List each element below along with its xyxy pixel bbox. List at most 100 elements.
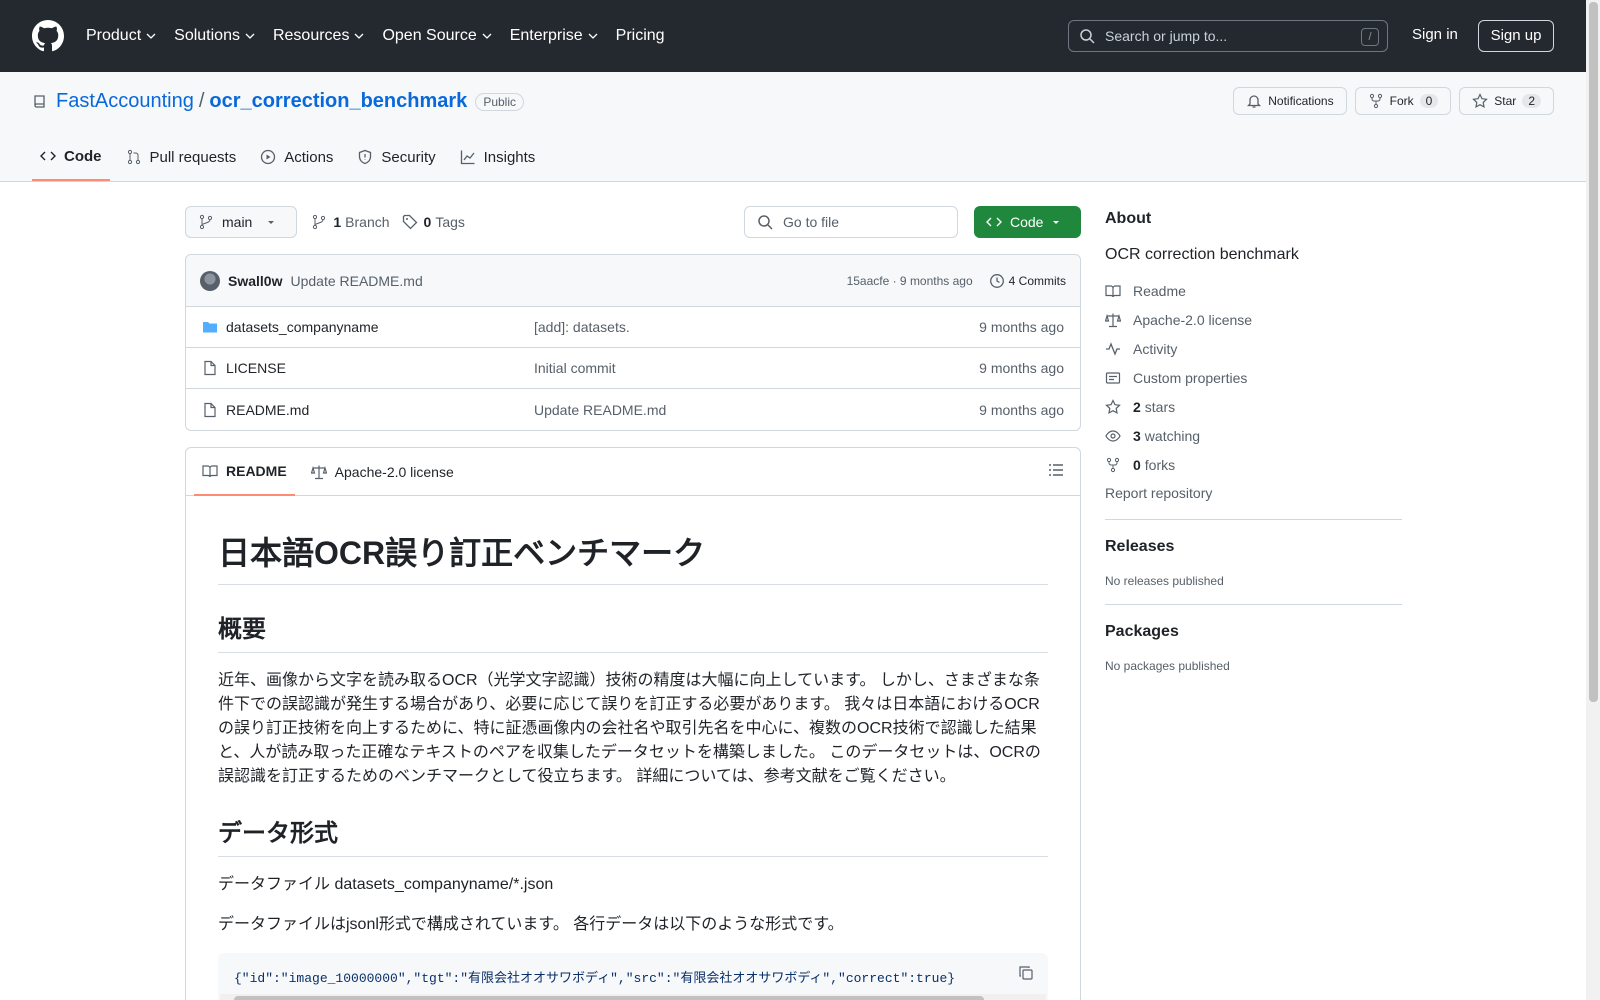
github-logo-icon[interactable] [32, 20, 64, 52]
commit-hash-time[interactable]: 15aacfe · 9 months ago [847, 274, 973, 288]
forks-link[interactable]: 0 forks [1105, 456, 1402, 473]
file-toolbar: main 1 Branch 0 Tags Go to file Code [185, 206, 1081, 238]
file-commit-message[interactable]: Initial commit [534, 360, 616, 376]
branch-select-button[interactable]: main [185, 206, 298, 238]
go-to-file-input[interactable]: Go to file [744, 206, 958, 238]
tab-security[interactable]: Security [349, 133, 443, 181]
repo-icon [34, 94, 45, 108]
stars-link[interactable]: 2 stars [1105, 398, 1402, 415]
commits-count: 4 Commits [1008, 273, 1066, 288]
repo-header: FastAccounting / ocr_correction_benchmar… [0, 72, 1586, 182]
file-link[interactable]: datasets_companyname [202, 319, 534, 335]
nav-product[interactable]: Product [86, 27, 156, 45]
nav-pricing[interactable]: Pricing [616, 27, 665, 45]
repo-name-link[interactable]: ocr_correction_benchmark [209, 90, 467, 113]
nav-label: Pricing [615, 27, 665, 44]
chevron-down-icon [354, 33, 364, 39]
caret-down-icon [268, 221, 275, 224]
nav-enterprise[interactable]: Enterprise [510, 27, 598, 45]
code-dropdown-button[interactable]: Code [974, 206, 1081, 238]
notifications-button[interactable]: Notifications [1233, 87, 1347, 115]
forks-label: forks [1144, 456, 1176, 473]
eye-icon [1105, 429, 1121, 442]
pull-request-icon [127, 149, 140, 165]
about-heading: About [1105, 210, 1152, 227]
tab-code[interactable]: Code [32, 133, 110, 181]
bell-icon [1247, 95, 1262, 108]
file-link[interactable]: README.md [202, 402, 534, 418]
custom-properties-link[interactable]: Custom properties [1105, 369, 1402, 386]
nav-resources[interactable]: Resources [273, 27, 364, 45]
report-repository-link[interactable]: Report repository [1105, 485, 1402, 501]
repo-owner-link[interactable]: FastAccounting [56, 90, 194, 113]
file-commit-message[interactable]: Update README.md [534, 402, 666, 418]
sign-up-button[interactable]: Sign up [1478, 20, 1554, 52]
fork-label: Fork [1389, 94, 1414, 108]
fork-count: 0 [1419, 94, 1439, 108]
page-vertical-scrollbar[interactable] [1586, 0, 1600, 1000]
sign-in-link[interactable]: Sign in [1412, 26, 1458, 43]
repo-separator: / [198, 90, 205, 112]
branch-count: 1 [333, 214, 342, 230]
branch-name: main [222, 214, 253, 230]
main-content: main 1 Branch 0 Tags Go to file Code Swa… [185, 206, 1081, 1000]
tab-label: Actions [284, 148, 334, 166]
tags-link[interactable]: 0 Tags [402, 214, 465, 230]
outline-menu-button[interactable] [1048, 462, 1064, 481]
format-paragraph: データファイルはjsonl形式で構成されています。 各行データは以下のような形式… [218, 916, 844, 933]
file-commit-message[interactable]: [add]: datasets. [534, 319, 630, 335]
code-horizontal-scrollbar[interactable] [220, 994, 1046, 1000]
releases-heading[interactable]: Releases [1105, 538, 1402, 556]
tab-label: Pull requests [149, 148, 237, 166]
license-link[interactable]: Apache-2.0 license [1105, 311, 1402, 328]
law-scale-icon [1105, 313, 1121, 327]
repo-tabs: Code Pull requests Actions Security Insi… [32, 133, 551, 181]
file-name: datasets_companyname [226, 319, 379, 335]
copy-button[interactable] [1018, 965, 1034, 985]
nav-open-source[interactable]: Open Source [382, 27, 492, 45]
nav-label: Resources [272, 27, 350, 44]
fork-button[interactable]: Fork 0 [1354, 87, 1452, 115]
stars-count: 2 [1133, 398, 1141, 415]
commit-message[interactable]: Update README.md [290, 273, 422, 289]
watching-link[interactable]: 3 watching [1105, 427, 1402, 444]
section-heading-format: データ形式 [218, 813, 1048, 857]
code-block: {"id":"image_10000000","tgt":"有限会社オオサワボデ… [218, 953, 1048, 1000]
notifications-label: Notifications [1268, 94, 1334, 108]
readme-link[interactable]: Readme [1105, 282, 1402, 299]
branch-icon [199, 214, 213, 230]
tab-pull-requests[interactable]: Pull requests [118, 133, 245, 181]
nav-label: Solutions [174, 27, 240, 44]
search-placeholder: Search or jump to... [1105, 28, 1228, 44]
readme-label: Readme [1133, 282, 1186, 299]
star-icon [1105, 398, 1121, 414]
star-button[interactable]: Star 2 [1459, 87, 1554, 115]
nav-label: Open Source [382, 27, 477, 44]
visibility-badge: Public [475, 92, 524, 111]
scrollbar-thumb[interactable] [1589, 2, 1598, 702]
tab-insights[interactable]: Insights [452, 133, 544, 181]
nav-solutions[interactable]: Solutions [174, 27, 255, 45]
caret-down-icon [1053, 221, 1059, 224]
commits-link[interactable]: 4 Commits [989, 273, 1066, 289]
file-icon [204, 402, 216, 417]
star-icon [1472, 93, 1489, 109]
tab-actions[interactable]: Actions [252, 133, 341, 181]
fork-icon [1106, 457, 1120, 472]
commit-author[interactable]: Swall0w [228, 273, 282, 289]
packages-heading[interactable]: Packages [1105, 623, 1402, 641]
search-input[interactable]: Search or jump to... / [1068, 20, 1388, 52]
tab-label: README [226, 462, 287, 479]
branches-link[interactable]: 1 Branch [311, 214, 390, 230]
code-icon [986, 217, 1002, 227]
scrollbar-thumb[interactable] [234, 996, 984, 1000]
watching-count: 3 [1133, 427, 1141, 444]
file-link[interactable]: LICENSE [202, 360, 534, 376]
tab-license[interactable]: Apache-2.0 license [303, 448, 462, 496]
avatar[interactable] [200, 270, 220, 291]
readme-tabs: README Apache-2.0 license [186, 448, 1080, 496]
activity-link[interactable]: Activity [1105, 340, 1402, 357]
code-line: {"id":"image_10000000","tgt":"有限会社オオサワボデ… [234, 971, 956, 986]
tab-label: Code [64, 147, 102, 165]
tab-readme[interactable]: README [194, 448, 295, 496]
